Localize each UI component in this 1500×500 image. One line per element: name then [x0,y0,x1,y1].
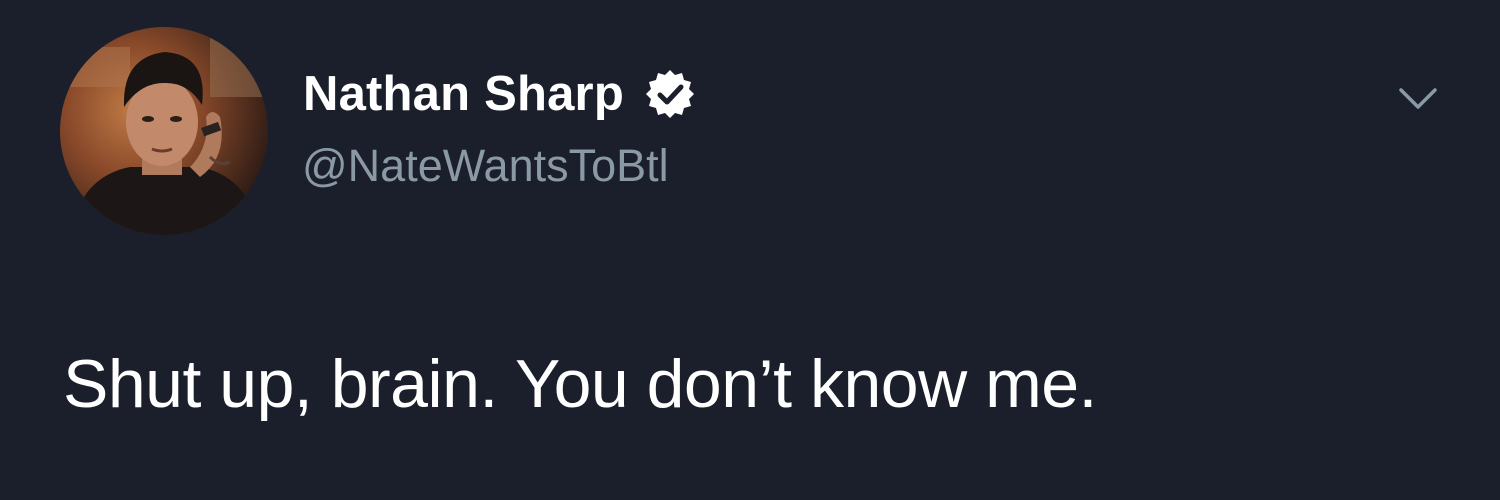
verified-badge-icon [644,68,696,120]
tweet-text: Shut up, brain. You don’t know me. [63,346,1097,422]
chevron-down-icon[interactable] [1395,78,1441,118]
author-avatar[interactable] [60,27,268,235]
author-name-row: Nathan Sharp [303,62,696,126]
avatar-photo [60,27,268,235]
tweet-card: Nathan Sharp @NateWantsToBtl Shut up, br… [0,0,1500,500]
author-display-name[interactable]: Nathan Sharp [303,69,624,119]
author-handle[interactable]: @NateWantsToBtl [302,143,669,188]
